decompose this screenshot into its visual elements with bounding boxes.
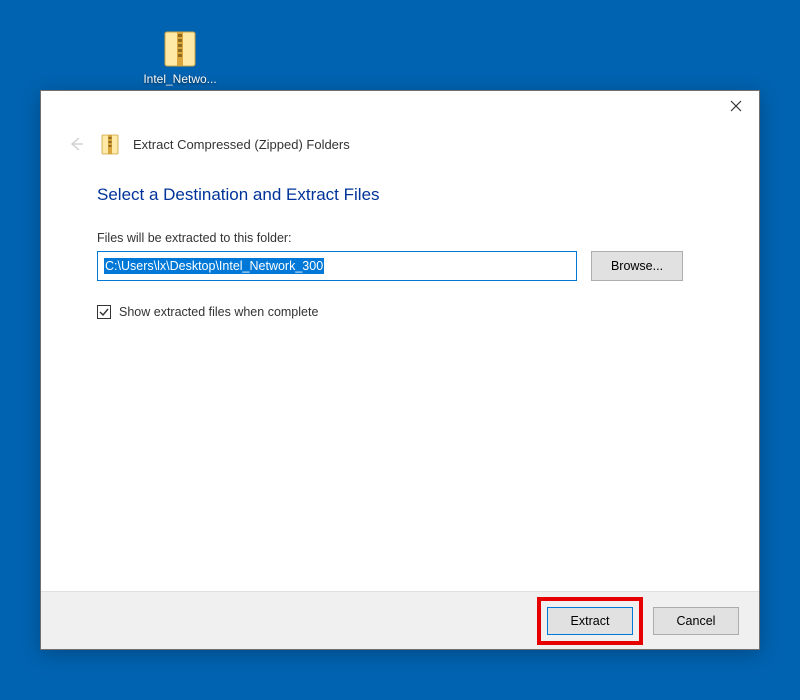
path-field-label: Files will be extracted to this folder:	[97, 231, 703, 245]
show-files-checkbox-row: Show extracted files when complete	[97, 305, 703, 319]
titlebar	[41, 91, 759, 139]
browse-button-label: Browse...	[611, 259, 663, 273]
header-row: Extract Compressed (Zipped) Folders	[41, 133, 759, 155]
extract-highlight: Extract	[537, 597, 643, 645]
cancel-button-label: Cancel	[677, 614, 716, 628]
instruction-heading: Select a Destination and Extract Files	[97, 185, 703, 205]
extract-wizard-dialog: Extract Compressed (Zipped) Folders Sele…	[40, 90, 760, 650]
desktop-zip-shortcut[interactable]: Intel_Netwo...	[140, 28, 220, 86]
back-arrow-icon	[67, 134, 87, 154]
path-row: C:\Users\lx\Desktop\Intel_Network_300 Br…	[97, 251, 703, 281]
destination-path-value: C:\Users\lx\Desktop\Intel_Network_300	[104, 258, 324, 274]
desktop-icon-label: Intel_Netwo...	[143, 72, 216, 86]
destination-path-input[interactable]: C:\Users\lx\Desktop\Intel_Network_300	[97, 251, 577, 281]
zip-folder-icon	[163, 28, 197, 68]
show-files-checkbox[interactable]	[97, 305, 111, 319]
zip-folder-icon	[101, 133, 119, 155]
extract-button[interactable]: Extract	[547, 607, 633, 635]
extract-button-label: Extract	[571, 614, 610, 628]
back-button[interactable]	[67, 134, 87, 154]
show-files-checkbox-label: Show extracted files when complete	[119, 305, 318, 319]
close-icon	[730, 100, 742, 112]
cancel-button[interactable]: Cancel	[653, 607, 739, 635]
checkmark-icon	[99, 307, 109, 317]
close-button[interactable]	[713, 91, 759, 121]
dialog-footer: Extract Cancel	[41, 591, 759, 649]
dialog-title: Extract Compressed (Zipped) Folders	[133, 137, 350, 152]
browse-button[interactable]: Browse...	[591, 251, 683, 281]
dialog-content: Select a Destination and Extract Files F…	[41, 155, 759, 591]
